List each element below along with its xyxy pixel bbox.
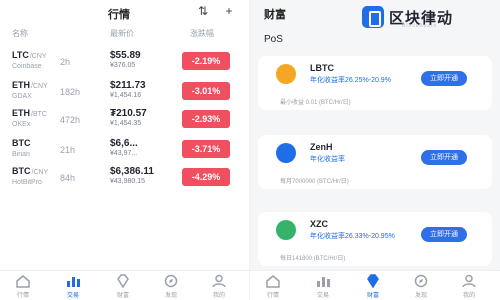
- market-screen: 行情 ⇅ + 名称 最新价 涨跌幅 LTC/CNY Coinbase 2h $5…: [0, 0, 250, 300]
- user-icon: [212, 274, 226, 288]
- nav-item-wealth[interactable]: 财富: [358, 274, 388, 300]
- column-header-name: 名称: [12, 29, 28, 38]
- coin-price: $6,6...: [110, 138, 138, 149]
- coin-price-cny: ¥376.05: [110, 62, 136, 69]
- wealth-screen: 财富 PoS LBTC 年化收益率26.25%-20.9% 最小收益 0.01 …: [250, 0, 500, 300]
- nav-item-profile[interactable]: 我的: [454, 274, 484, 300]
- market-row[interactable]: ETH/BTC OKEx 472h ₮210.57 ¥1,454.35 -2.9…: [0, 108, 250, 140]
- page-title: 行情: [108, 9, 130, 21]
- nav-item-discover[interactable]: 发现: [406, 274, 436, 300]
- pos-yield: 年化收益率26.33%-20.95%: [310, 233, 395, 240]
- column-header-change: 涨跌幅: [190, 29, 214, 38]
- diamond-icon: [367, 274, 379, 288]
- user-icon: [462, 274, 476, 288]
- change-badge[interactable]: -4.29%: [182, 168, 230, 186]
- diamond-icon: [117, 274, 129, 288]
- nav-item-wealth[interactable]: 财富: [108, 274, 138, 300]
- nav-item-market[interactable]: 行情: [8, 274, 38, 300]
- coin-symbol: BTC: [12, 138, 31, 148]
- activate-button[interactable]: 立即开通: [421, 227, 467, 242]
- coin-volume: 2h: [60, 57, 71, 67]
- bar-chart-icon: [317, 277, 330, 287]
- bar-chart-icon: [67, 277, 80, 287]
- xzc-logo-icon: [276, 220, 296, 240]
- coin-exchange: HotBitPro: [12, 179, 42, 186]
- change-badge[interactable]: -2.19%: [182, 52, 230, 70]
- coin-volume: 84h: [60, 173, 76, 183]
- coin-volume: 182h: [60, 87, 81, 97]
- zen-logo-icon: [276, 143, 296, 163]
- coin-price-cny: ¥43,980.15: [110, 178, 146, 185]
- coin-price-cny: ¥1,454.35: [110, 120, 142, 127]
- coin-exchange: Binan: [12, 151, 30, 158]
- coin-symbol: ETH/BTC: [12, 108, 47, 118]
- market-row[interactable]: LTC/CNY Coinbase 2h $55.89 ¥376.05 -2.19…: [0, 50, 250, 82]
- lbtc-logo-icon: [276, 64, 296, 84]
- section-title: PoS: [264, 34, 283, 45]
- coin-volume: 21h: [60, 145, 76, 155]
- change-badge[interactable]: -3.71%: [182, 140, 230, 158]
- compass-icon: [414, 274, 428, 288]
- pos-coin-name: XZC: [310, 219, 328, 229]
- activate-button[interactable]: 立即开通: [421, 71, 467, 86]
- page-title: 财富: [264, 9, 286, 21]
- bottom-nav: 行情 交易 财富 发现 我的: [250, 270, 500, 300]
- bottom-nav: 行情 交易 财富 发现 我的: [0, 270, 249, 300]
- pos-yield: 年化收益率26.25%-20.9%: [310, 77, 391, 84]
- coin-volume: 472h: [60, 115, 81, 125]
- header-actions: ⇅ +: [196, 4, 238, 18]
- coin-exchange: OKEx: [12, 121, 31, 128]
- pos-min-yield: 每日141800 (BTC/Hr/日): [280, 256, 346, 262]
- add-icon[interactable]: +: [222, 4, 236, 18]
- logo-subtext: BlockBeats: [402, 23, 438, 29]
- activate-button[interactable]: 立即开通: [421, 150, 467, 165]
- coin-price-cny: ¥43,97...: [110, 150, 138, 157]
- pos-min-yield: 最小收益 0.01 (BTC/Hr/日): [280, 100, 351, 106]
- change-badge[interactable]: -3.01%: [182, 82, 230, 100]
- pos-coin-name: LBTC: [310, 63, 334, 73]
- market-row[interactable]: BTC/CNY HotBitPro 84h $6,386.11 ¥43,980.…: [0, 166, 250, 198]
- nav-item-trade[interactable]: 交易: [58, 274, 88, 300]
- coin-exchange: GDAX: [12, 93, 32, 100]
- pos-card[interactable]: ZenH 年化收益率 每月7000000 (BTC/Hr/日) 立即开通: [258, 135, 492, 189]
- coin-price-cny: ¥1,454.16: [110, 92, 142, 99]
- logo-icon: [362, 6, 384, 28]
- column-header-price: 最新价: [110, 29, 134, 38]
- home-icon: [16, 275, 30, 288]
- coin-price: ₮210.57: [110, 108, 147, 119]
- coin-price: $211.73: [110, 80, 146, 91]
- nav-item-profile[interactable]: 我的: [204, 274, 234, 300]
- coin-price: $6,386.11: [110, 166, 154, 177]
- pos-coin-name: ZenH: [310, 142, 333, 152]
- nav-item-market[interactable]: 行情: [258, 274, 288, 300]
- pos-card[interactable]: XZC 年化收益率26.33%-20.95% 每日141800 (BTC/Hr/…: [258, 212, 492, 266]
- coin-price: $55.89: [110, 50, 141, 61]
- coin-symbol: ETH/CNY: [12, 80, 48, 90]
- change-badge[interactable]: -2.93%: [182, 110, 230, 128]
- pos-yield: 年化收益率: [310, 156, 345, 163]
- brand-logo: 区块律动 BlockBeats: [362, 4, 500, 30]
- coin-symbol: BTC/CNY: [12, 166, 49, 176]
- compass-icon: [164, 274, 178, 288]
- coin-symbol: LTC/CNY: [12, 50, 47, 60]
- coin-exchange: Coinbase: [12, 63, 42, 70]
- filter-icon[interactable]: ⇅: [196, 4, 210, 18]
- pos-card[interactable]: LBTC 年化收益率26.25%-20.9% 最小收益 0.01 (BTC/Hr…: [258, 56, 492, 110]
- pos-min-yield: 每月7000000 (BTC/Hr/日): [280, 179, 349, 185]
- nav-item-discover[interactable]: 发现: [156, 274, 186, 300]
- home-icon: [266, 275, 280, 288]
- nav-item-trade[interactable]: 交易: [308, 274, 338, 300]
